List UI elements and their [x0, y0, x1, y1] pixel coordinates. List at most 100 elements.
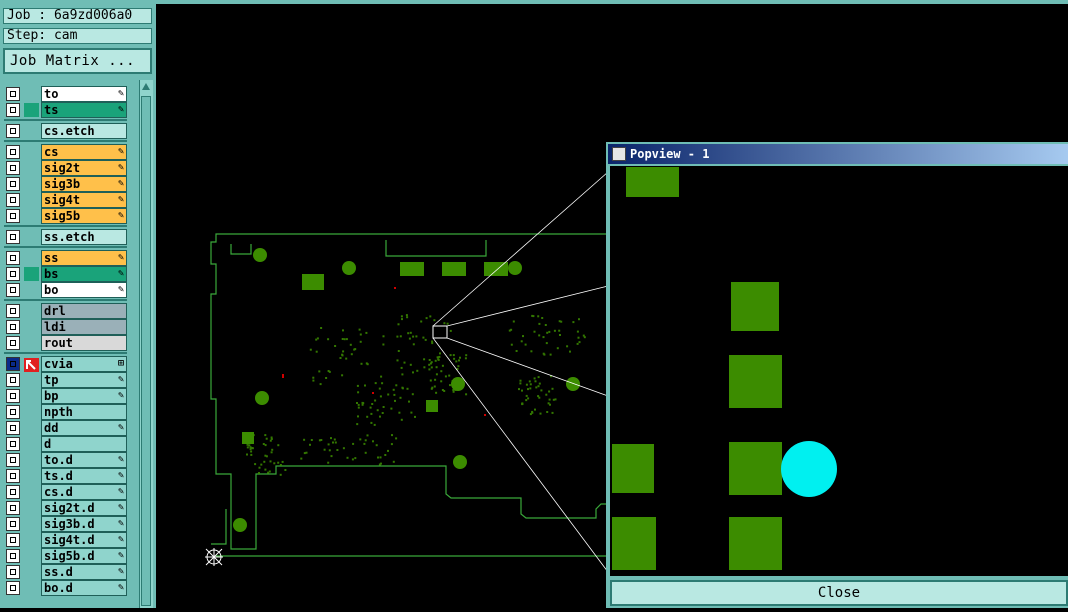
layer-mark[interactable] [24, 283, 39, 297]
layer-row-npth[interactable]: npth [4, 404, 127, 420]
layer-checkbox[interactable] [6, 103, 20, 117]
layer-label[interactable]: to ✎ [41, 86, 127, 102]
layer-checkbox[interactable] [6, 453, 20, 467]
layer-checkbox[interactable] [6, 177, 20, 191]
layer-mark[interactable] [24, 87, 39, 101]
layer-label[interactable]: bo ✎ [41, 282, 127, 298]
layer-label[interactable]: ts ✎ [41, 102, 127, 118]
layer-checkbox[interactable] [6, 304, 20, 318]
popview-titlebar[interactable]: Popview - 1 [608, 144, 1068, 164]
layer-mark[interactable] [24, 437, 39, 451]
layer-mark[interactable] [24, 581, 39, 595]
layer-mark[interactable] [24, 501, 39, 515]
layer-checkbox[interactable] [6, 145, 20, 159]
close-button[interactable]: Close [610, 580, 1068, 606]
layer-row-ts-d[interactable]: ts.d ✎ [4, 468, 127, 484]
layer-mark[interactable] [24, 304, 39, 318]
job-matrix-button[interactable]: Job Matrix ... [3, 48, 152, 74]
layer-label[interactable]: sig3b.d ✎ [41, 516, 127, 532]
layer-mark[interactable] [24, 251, 39, 265]
layer-checkbox[interactable] [6, 469, 20, 483]
layer-checkbox[interactable] [6, 533, 20, 547]
layer-label[interactable]: ldi [41, 319, 127, 335]
layer-checkbox[interactable] [6, 373, 20, 387]
layer-mark[interactable] [24, 565, 39, 579]
layer-label[interactable]: sig5b.d ✎ [41, 548, 127, 564]
layer-checkbox[interactable] [6, 209, 20, 223]
layer-row-to[interactable]: to ✎ [4, 86, 127, 102]
layer-mark[interactable] [24, 549, 39, 563]
layer-label[interactable]: cs.etch [41, 123, 127, 139]
layer-label[interactable]: sig2t ✎ [41, 160, 127, 176]
layer-label[interactable]: ss.d ✎ [41, 564, 127, 580]
layer-scrollbar[interactable] [139, 80, 153, 608]
layer-mark[interactable] [24, 517, 39, 531]
layer-mark[interactable] [24, 320, 39, 334]
layer-mark[interactable] [24, 230, 39, 244]
layer-checkbox[interactable] [6, 437, 20, 451]
layer-checkbox[interactable] [6, 565, 20, 579]
layer-checkbox[interactable] [6, 517, 20, 531]
layer-mark[interactable] [24, 145, 39, 159]
layer-label[interactable]: cs.d ✎ [41, 484, 127, 500]
layer-label[interactable]: tp ✎ [41, 372, 127, 388]
layer-row-sig3b[interactable]: sig3b ✎ [4, 176, 127, 192]
layer-label[interactable]: sig4t ✎ [41, 192, 127, 208]
layer-label[interactable]: rout [41, 335, 127, 351]
scroll-up-icon[interactable] [141, 82, 151, 92]
layer-row-ss-d[interactable]: ss.d ✎ [4, 564, 127, 580]
layer-row-d[interactable]: d [4, 436, 127, 452]
layer-row-ss[interactable]: ss ✎ [4, 250, 127, 266]
layer-label[interactable]: cs ✎ [41, 144, 127, 160]
layer-mark[interactable] [24, 177, 39, 191]
layer-label[interactable]: ss ✎ [41, 250, 127, 266]
layer-mark[interactable] [24, 485, 39, 499]
layer-mark[interactable] [24, 209, 39, 223]
popview-canvas[interactable] [610, 166, 1068, 576]
layer-row-bp[interactable]: bp ✎ [4, 388, 127, 404]
layer-checkbox[interactable] [6, 389, 20, 403]
layer-mark[interactable] [24, 373, 39, 387]
layer-row-cs[interactable]: cs ✎ [4, 144, 127, 160]
layer-mark[interactable] [24, 405, 39, 419]
layer-label[interactable]: to.d ✎ [41, 452, 127, 468]
layer-label[interactable]: bs ✎ [41, 266, 127, 282]
layer-row-bo[interactable]: bo ✎ [4, 282, 127, 298]
layer-label[interactable]: bo.d ✎ [41, 580, 127, 596]
layer-row-dd[interactable]: dd ✎ [4, 420, 127, 436]
layer-mark[interactable] [24, 469, 39, 483]
layer-checkbox[interactable] [6, 501, 20, 515]
layer-row-sig4t[interactable]: sig4t ✎ [4, 192, 127, 208]
layer-label[interactable]: sig3b ✎ [41, 176, 127, 192]
layer-checkbox[interactable] [6, 283, 20, 297]
layer-label[interactable]: ss.etch [41, 229, 127, 245]
layer-label[interactable]: d [41, 436, 127, 452]
layer-row-ldi[interactable]: ldi [4, 319, 127, 335]
layer-row-ts[interactable]: ts ✎ [4, 102, 127, 118]
layer-row-to-d[interactable]: to.d ✎ [4, 452, 127, 468]
layer-checkbox[interactable] [6, 193, 20, 207]
layer-checkbox[interactable] [6, 485, 20, 499]
layer-label[interactable]: drl [41, 303, 127, 319]
layer-row-sig5b[interactable]: sig5b ✎ [4, 208, 127, 224]
layer-mark[interactable] [24, 421, 39, 435]
layer-mark[interactable] [24, 336, 39, 350]
layer-row-tp[interactable]: tp ✎ [4, 372, 127, 388]
layer-label[interactable]: cvia ⊞ [41, 356, 127, 372]
layer-row-ss-etch[interactable]: ss.etch [4, 229, 127, 245]
layer-checkbox[interactable] [6, 251, 20, 265]
layer-row-bs[interactable]: bs ✎ [4, 266, 127, 282]
layer-mark[interactable] [24, 389, 39, 403]
layer-row-cvia[interactable]: cvia ⊞ [4, 356, 127, 372]
layer-checkbox[interactable] [6, 549, 20, 563]
layer-mark[interactable] [24, 193, 39, 207]
layer-row-sig2t[interactable]: sig2t ✎ [4, 160, 127, 176]
layer-label[interactable]: ts.d ✎ [41, 468, 127, 484]
layer-row-cs-d[interactable]: cs.d ✎ [4, 484, 127, 500]
layer-mark[interactable] [24, 267, 39, 281]
layer-row-sig4t-d[interactable]: sig4t.d ✎ [4, 532, 127, 548]
layer-checkbox[interactable] [6, 267, 20, 281]
layer-row-cs-etch[interactable]: cs.etch [4, 123, 127, 139]
layer-label[interactable]: sig5b ✎ [41, 208, 127, 224]
layer-label[interactable]: dd ✎ [41, 420, 127, 436]
